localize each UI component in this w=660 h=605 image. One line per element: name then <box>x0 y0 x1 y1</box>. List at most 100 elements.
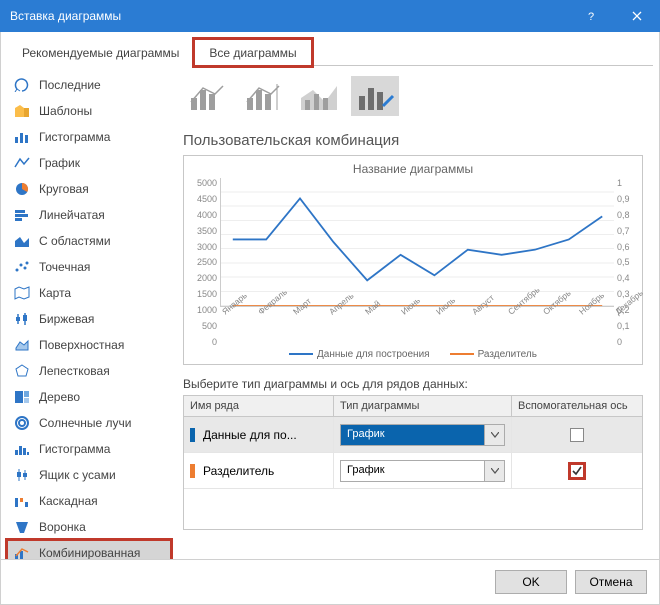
category-item-stock[interactable]: Биржевая <box>7 306 171 332</box>
area-icon <box>13 233 31 249</box>
svg-text:?: ? <box>588 11 594 21</box>
series-swatch-icon <box>190 428 195 442</box>
subtype-custom-combination[interactable] <box>351 76 399 116</box>
category-item-scatter[interactable]: Точечная <box>7 254 171 280</box>
help-button[interactable]: ? <box>568 0 614 32</box>
close-button[interactable] <box>614 0 660 32</box>
treemap-icon <box>13 389 31 405</box>
chart-preview: Название диаграммы 500045004000350030002… <box>183 155 643 365</box>
funnel-icon <box>13 519 31 535</box>
subtype-list <box>179 72 647 132</box>
window-controls: ? <box>568 0 660 32</box>
chevron-down-icon <box>484 461 504 481</box>
chart-preview-pane: Пользовательская комбинация Название диа… <box>179 66 647 549</box>
map-icon <box>13 285 31 301</box>
series-name-text: Данные для по... <box>203 428 297 442</box>
category-label: Последние <box>39 78 101 92</box>
dialog-body: Рекомендуемые диаграммы Все диаграммы По… <box>0 32 660 605</box>
boxwhisker-icon <box>13 467 31 483</box>
category-item-radar[interactable]: Лепестковая <box>7 358 171 384</box>
category-item-templates[interactable]: Шаблоны <box>7 98 171 124</box>
series-name-text: Разделитель <box>203 464 274 478</box>
category-label: Лепестковая <box>39 364 110 378</box>
legend-series-1: Данные для построения <box>317 349 430 360</box>
stock-icon <box>13 311 31 327</box>
category-label: Комбинированная <box>39 546 140 559</box>
bar-icon <box>13 207 31 223</box>
category-label: Гистограмма <box>39 130 110 144</box>
waterfall-icon <box>13 493 31 509</box>
category-item-sunburst[interactable]: Солнечные лучи <box>7 410 171 436</box>
tab-recommended[interactable]: Рекомендуемые диаграммы <box>7 39 194 66</box>
dialog-footer: OK Отмена <box>1 559 659 604</box>
col-secondary-axis: Вспомогательная ось <box>512 396 642 417</box>
category-item-combo[interactable]: Комбинированная <box>7 540 171 559</box>
plot-area <box>220 178 614 307</box>
title-bar: Вставка диаграммы ? <box>0 0 660 32</box>
scatter-icon <box>13 259 31 275</box>
category-label: Солнечные лучи <box>39 416 131 430</box>
category-item-boxwhisker[interactable]: Ящик с усами <box>7 462 171 488</box>
category-label: С областями <box>39 234 111 248</box>
preview-title: Пользовательская комбинация <box>183 132 647 149</box>
category-label: Шаблоны <box>39 104 92 118</box>
series-section-label: Выберите тип диаграммы и ось для рядов д… <box>183 377 643 391</box>
category-label: Воронка <box>39 520 86 534</box>
subtype-stacked-area-column[interactable] <box>295 76 343 116</box>
subtype-clustered-column-line-secondary[interactable] <box>239 76 287 116</box>
radar-icon <box>13 363 31 379</box>
ok-button[interactable]: OK <box>495 570 567 594</box>
category-item-map[interactable]: Карта <box>7 280 171 306</box>
category-label: График <box>39 156 80 170</box>
category-item-pie[interactable]: Круговая <box>7 176 171 202</box>
category-label: Ящик с усами <box>39 468 116 482</box>
sunburst-icon <box>13 415 31 431</box>
chart-category-list: Последние Шаблоны Гистограмма График Кругова… <box>7 66 171 549</box>
category-item-surface[interactable]: Поверхностная <box>7 332 171 358</box>
category-item-treemap[interactable]: Дерево <box>7 384 171 410</box>
col-series-name: Имя ряда <box>184 396 334 417</box>
category-label: Круговая <box>39 182 89 196</box>
category-item-column[interactable]: Гистограмма <box>7 124 171 150</box>
y-axis-primary: 5000450040003500300025002000150010005000 <box>190 178 220 347</box>
chart-legend: Данные для построения Разделитель <box>190 347 636 360</box>
category-item-histogram[interactable]: Гистограмма <box>7 436 171 462</box>
category-label: Линейчатая <box>39 208 105 222</box>
series-swatch-icon <box>190 464 195 478</box>
category-item-line[interactable]: График <box>7 150 171 176</box>
category-item-funnel[interactable]: Воронка <box>7 514 171 540</box>
category-label: Поверхностная <box>39 338 124 352</box>
pie-icon <box>13 181 31 197</box>
category-label: Гистограмма <box>39 442 110 456</box>
templates-icon <box>13 103 31 119</box>
combo-icon <box>13 545 31 559</box>
category-item-area[interactable]: С областями <box>7 228 171 254</box>
cancel-button[interactable]: Отмена <box>575 570 647 594</box>
category-item-recent[interactable]: Последние <box>7 72 171 98</box>
series-row-2[interactable]: Разделитель График <box>184 453 642 489</box>
series-row-1[interactable]: Данные для по... График <box>184 417 642 453</box>
subtype-clustered-column-line[interactable] <box>183 76 231 116</box>
column-icon <box>13 129 31 145</box>
category-label: Точечная <box>39 260 90 274</box>
category-label: Биржевая <box>39 312 94 326</box>
line-icon <box>13 155 31 171</box>
window-title: Вставка диаграммы <box>10 9 121 23</box>
chart-type-dropdown-1[interactable]: График <box>340 424 505 446</box>
surface-icon <box>13 337 31 353</box>
col-chart-type: Тип диаграммы <box>334 396 512 417</box>
secondary-axis-checkbox-1[interactable] <box>570 428 584 442</box>
recent-icon <box>13 77 31 93</box>
category-label: Карта <box>39 286 71 300</box>
category-item-waterfall[interactable]: Каскадная <box>7 488 171 514</box>
category-label: Дерево <box>39 390 80 404</box>
chevron-down-icon <box>484 425 504 445</box>
secondary-axis-checkbox-2[interactable] <box>570 464 584 478</box>
chart-type-dropdown-2[interactable]: График <box>340 460 505 482</box>
tab-all-charts[interactable]: Все диаграммы <box>194 39 311 66</box>
category-label: Каскадная <box>39 494 98 508</box>
category-item-bar[interactable]: Линейчатая <box>7 202 171 228</box>
chart-title: Название диаграммы <box>190 162 636 176</box>
series-grid: Имя ряда Тип диаграммы Вспомогательная о… <box>183 395 643 530</box>
histogram-icon <box>13 441 31 457</box>
